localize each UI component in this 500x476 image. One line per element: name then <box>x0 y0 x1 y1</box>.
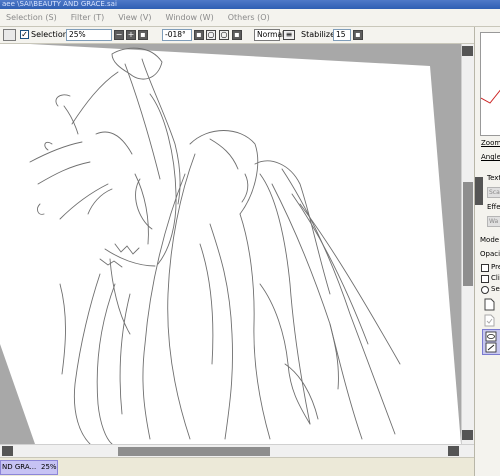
clipping-group-checkbox[interactable] <box>481 275 489 283</box>
title-bar: aee \SAI\BEAUTY AND GRACE.sai <box>0 0 500 9</box>
document-tab-zoom: 25% <box>41 463 57 471</box>
apply-mask-button[interactable] <box>481 313 497 327</box>
zoom-field[interactable]: 25% <box>66 29 112 41</box>
angle-field[interactable]: -018° <box>162 29 192 41</box>
angle-value: -018° <box>165 30 186 39</box>
layer-visibility-icons <box>485 331 497 353</box>
rotate-right-icon[interactable]: ○ <box>206 30 216 40</box>
stabilizer-select[interactable]: 15 <box>333 29 351 41</box>
menu-others[interactable]: Others (O) <box>221 13 277 22</box>
menu-window[interactable]: Window (W) <box>158 13 220 22</box>
layer-opacity-label: Opaci <box>480 250 500 258</box>
rotate-left-button[interactable]: ▪ <box>194 30 204 40</box>
deselect-button[interactable] <box>3 29 16 41</box>
zoom-value: 25% <box>69 30 86 39</box>
layer-mode-label: Mode <box>480 236 500 244</box>
selection-checkbox[interactable]: ✓ <box>20 30 29 39</box>
selection-label: Selection <box>31 30 68 39</box>
navigator-angle-label: Angle <box>481 153 500 161</box>
preserve-opacity-checkbox[interactable] <box>481 264 489 272</box>
scroll-down-button[interactable] <box>462 430 473 440</box>
texture-value: Sca <box>489 189 500 196</box>
horizontal-scroll-thumb[interactable] <box>118 447 270 456</box>
texture-label: Text <box>487 174 500 182</box>
menu-view[interactable]: View (V) <box>111 13 158 22</box>
document-tab-name: ND GRA... <box>2 463 37 471</box>
document-tab[interactable]: ND GRA... 25% <box>0 460 58 475</box>
preserve-opacity-label: Pre <box>491 263 500 271</box>
vertical-scroll-thumb[interactable] <box>463 182 473 286</box>
zoom-in-button[interactable]: + <box>126 30 136 40</box>
effect-select[interactable]: Wa <box>487 216 500 227</box>
scroll-left-button[interactable] <box>2 446 13 456</box>
canvas-svg <box>0 44 461 444</box>
stabilizer-dropdown-button[interactable]: ▪ <box>353 30 363 40</box>
rotate-reset-icon[interactable]: ○ <box>219 30 229 40</box>
menu-selection[interactable]: Selection (S) <box>0 13 64 22</box>
flip-icon[interactable]: ≡ <box>283 30 295 40</box>
effect-label: Effe <box>487 203 500 211</box>
selected-layer-row[interactable] <box>482 329 500 355</box>
right-panel: Zoom Angle Text Sca Effe Wa Mode Opaci P… <box>474 27 500 476</box>
panel-scroll-thumb[interactable] <box>475 177 483 205</box>
scroll-right-button[interactable] <box>448 446 459 456</box>
zoom-out-button[interactable]: − <box>114 30 124 40</box>
stabilizer-value: 15 <box>336 30 346 39</box>
navigator-view-frame <box>481 89 500 104</box>
canvas-area[interactable] <box>0 44 474 444</box>
new-layer-button[interactable] <box>481 297 497 311</box>
blend-mode-select[interactable]: Normal <box>254 29 284 41</box>
selection-source-radio[interactable] <box>481 286 489 294</box>
vertical-scrollbar[interactable] <box>461 44 474 444</box>
toolbar: ✓ Selection 25% − + ▪ -018° ▪ ○ ○ ▪ Norm… <box>0 27 500 44</box>
texture-select[interactable]: Sca <box>487 187 500 198</box>
document-tab-bar: ND GRA... 25% <box>0 457 500 476</box>
rotate-reset-button[interactable]: ▪ <box>232 30 242 40</box>
scroll-up-button[interactable] <box>462 46 473 56</box>
horizontal-scrollbar[interactable] <box>0 444 474 457</box>
zoom-reset-button[interactable]: ▪ <box>138 30 148 40</box>
window-title: aee \SAI\BEAUTY AND GRACE.sai <box>2 0 117 8</box>
selection-source-label: Sel <box>491 285 500 293</box>
navigator-preview[interactable] <box>480 32 500 136</box>
new-page-icon <box>484 298 495 311</box>
check-page-icon <box>484 314 495 327</box>
menu-filter[interactable]: Filter (T) <box>64 13 111 22</box>
navigator-zoom-label: Zoom <box>481 139 500 147</box>
paper <box>0 44 461 444</box>
menu-bar: Selection (S) Filter (T) View (V) Window… <box>0 9 500 27</box>
clipping-group-label: Clip <box>491 274 500 282</box>
blend-mode-value: Normal <box>257 30 285 39</box>
effect-value: Wa <box>489 218 499 225</box>
